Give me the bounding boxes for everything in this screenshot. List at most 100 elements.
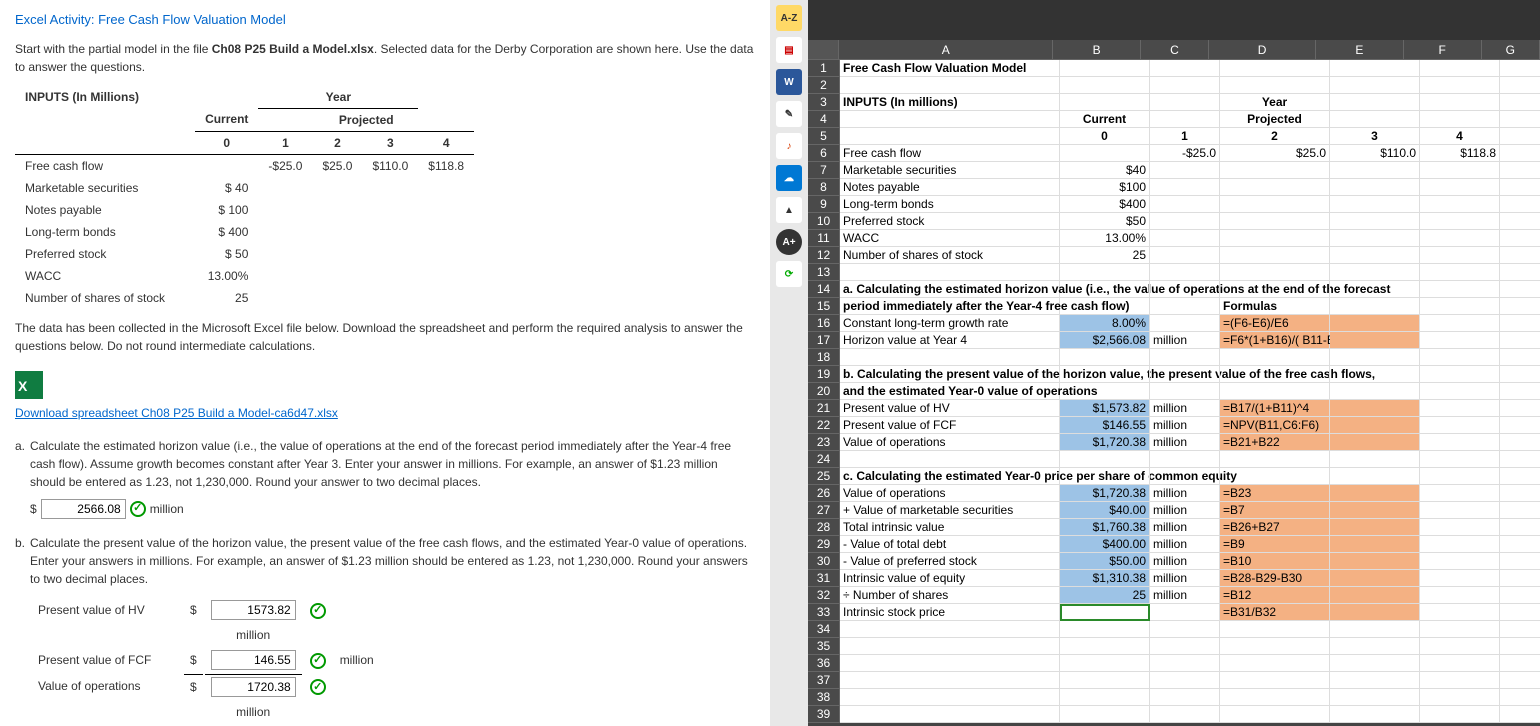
cell[interactable]: 4 [1420, 128, 1500, 145]
cell[interactable] [840, 706, 1060, 723]
cell[interactable]: million [1150, 485, 1220, 502]
cell[interactable] [1060, 349, 1150, 366]
cell[interactable] [1420, 638, 1500, 655]
answer-a-input[interactable] [41, 499, 126, 519]
cell[interactable] [840, 689, 1060, 706]
col-header-e[interactable]: E [1316, 40, 1404, 59]
cell[interactable] [1500, 60, 1540, 77]
row-header[interactable]: 16 [808, 315, 840, 332]
cell[interactable] [1150, 706, 1220, 723]
cell[interactable] [1150, 77, 1220, 94]
row-header[interactable]: 26 [808, 485, 840, 502]
cell[interactable] [1220, 655, 1330, 672]
cell[interactable] [1420, 94, 1500, 111]
cell[interactable]: million [1150, 570, 1220, 587]
cell[interactable] [1220, 621, 1330, 638]
row-header[interactable]: 25 [808, 468, 840, 485]
cell[interactable] [1420, 111, 1500, 128]
row-header[interactable]: 24 [808, 451, 840, 468]
cell[interactable] [1500, 536, 1540, 553]
cell[interactable] [1330, 638, 1420, 655]
cell[interactable]: Projected [1220, 111, 1330, 128]
cell[interactable] [840, 264, 1060, 281]
cell[interactable] [840, 655, 1060, 672]
row-header[interactable]: 33 [808, 604, 840, 621]
cell[interactable]: $1,760.38 [1060, 519, 1150, 536]
cell[interactable] [1500, 706, 1540, 723]
col-header-c[interactable]: C [1141, 40, 1209, 59]
row-header[interactable]: 3 [808, 94, 840, 111]
cell[interactable]: Intrinsic value of equity [840, 570, 1060, 587]
cell[interactable] [1420, 434, 1500, 451]
cell[interactable]: million [1150, 536, 1220, 553]
cell[interactable] [1150, 264, 1220, 281]
cell[interactable] [1330, 196, 1420, 213]
cell[interactable] [1330, 553, 1420, 570]
cell[interactable]: $25.0 [1220, 145, 1330, 162]
cell[interactable]: + Value of marketable securities [840, 502, 1060, 519]
cell[interactable] [1420, 77, 1500, 94]
row-header[interactable]: 29 [808, 536, 840, 553]
cell[interactable] [1150, 111, 1220, 128]
cell[interactable] [1150, 298, 1220, 315]
cell[interactable]: $50 [1060, 213, 1150, 230]
cell[interactable]: Number of shares of stock [840, 247, 1060, 264]
cell[interactable] [1060, 621, 1150, 638]
cell[interactable] [1330, 213, 1420, 230]
cell[interactable]: =B12 [1220, 587, 1330, 604]
cell[interactable]: =B26+B27 [1220, 519, 1330, 536]
cell[interactable] [1500, 672, 1540, 689]
cell[interactable] [1150, 621, 1220, 638]
cell[interactable]: Notes payable [840, 179, 1060, 196]
cell[interactable] [1500, 553, 1540, 570]
cell[interactable] [1330, 587, 1420, 604]
cell[interactable] [1220, 706, 1330, 723]
drive-icon[interactable]: ▲ [776, 197, 802, 223]
cell[interactable]: $146.55 [1060, 417, 1150, 434]
cell[interactable]: b. Calculating the present value of the … [840, 366, 1060, 383]
cell[interactable] [1330, 77, 1420, 94]
cell[interactable]: Total intrinsic value [840, 519, 1060, 536]
cell[interactable]: million [1150, 519, 1220, 536]
cell[interactable] [1500, 417, 1540, 434]
cell[interactable]: =B17/(1+B11)^4 [1220, 400, 1330, 417]
cell[interactable] [1420, 230, 1500, 247]
col-header-g[interactable]: G [1482, 40, 1540, 59]
cell[interactable] [1420, 383, 1500, 400]
row-header[interactable]: 4 [808, 111, 840, 128]
cell[interactable] [1420, 706, 1500, 723]
cell[interactable] [1500, 162, 1540, 179]
cell[interactable] [1060, 604, 1150, 621]
cell[interactable]: Long-term bonds [840, 196, 1060, 213]
cell[interactable] [1150, 638, 1220, 655]
cell[interactable] [1330, 264, 1420, 281]
cell[interactable] [1330, 604, 1420, 621]
cell[interactable]: and the estimated Year-0 value of operat… [840, 383, 1060, 400]
cell[interactable]: =NPV(B11,C6:F6) [1220, 417, 1330, 434]
cell[interactable] [1420, 451, 1500, 468]
cell[interactable] [1060, 145, 1150, 162]
cell[interactable]: $2,566.08 [1060, 332, 1150, 349]
cell[interactable] [1330, 247, 1420, 264]
cell[interactable] [1150, 468, 1220, 485]
sort-icon[interactable]: A-Z [776, 5, 802, 31]
cell[interactable] [1330, 502, 1420, 519]
cell[interactable]: million [1150, 502, 1220, 519]
cell[interactable] [1420, 247, 1500, 264]
cell[interactable] [1500, 502, 1540, 519]
cell[interactable] [1420, 179, 1500, 196]
cell[interactable] [1220, 213, 1330, 230]
cell[interactable] [1420, 366, 1500, 383]
cell[interactable] [1150, 196, 1220, 213]
cell[interactable] [1220, 281, 1330, 298]
cell[interactable] [1420, 162, 1500, 179]
cell[interactable] [1330, 434, 1420, 451]
row-header[interactable]: 32 [808, 587, 840, 604]
cell[interactable] [1060, 366, 1150, 383]
cell[interactable] [840, 621, 1060, 638]
cell[interactable] [1220, 638, 1330, 655]
cell[interactable] [1500, 77, 1540, 94]
cell[interactable] [1420, 298, 1500, 315]
cell[interactable] [1500, 468, 1540, 485]
cell[interactable] [1150, 60, 1220, 77]
